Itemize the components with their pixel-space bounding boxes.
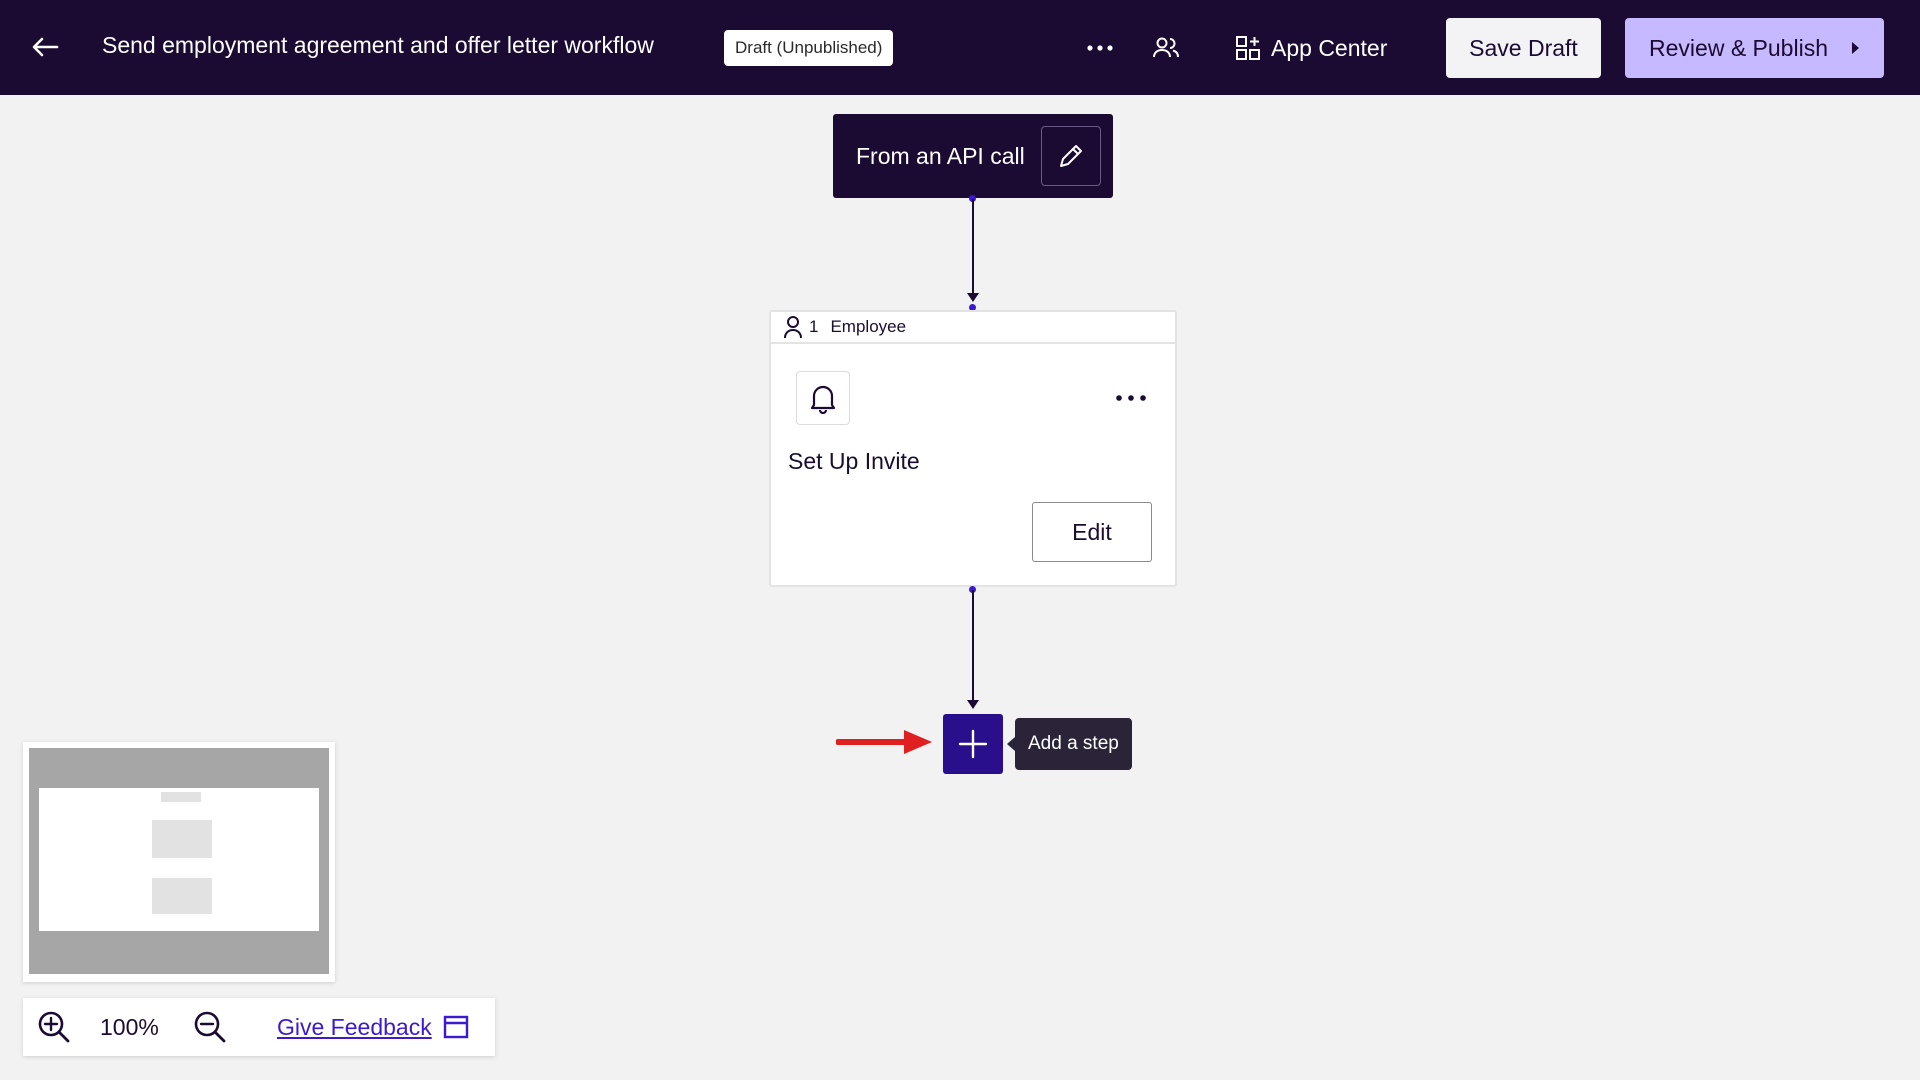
minimap-trigger-node: [161, 792, 201, 802]
minimap-viewport[interactable]: [39, 788, 319, 931]
more-horizontal-icon: [1087, 45, 1113, 51]
trigger-node[interactable]: From an API call: [833, 114, 1113, 198]
caret-right-icon: [1851, 42, 1859, 54]
minimap-step-node: [152, 820, 212, 858]
app-grid-icon: [1236, 36, 1260, 60]
annotation-arrow: [836, 730, 932, 754]
person-icon: [784, 316, 802, 339]
review-publish-button[interactable]: Review & Publish: [1625, 18, 1884, 78]
zoom-controls: 100% Give Feedback: [23, 998, 495, 1056]
workflow-title: Send employment agreement and offer lett…: [102, 32, 654, 58]
back-button[interactable]: [30, 32, 60, 62]
connector-line: [972, 199, 974, 293]
minimap-step-node: [152, 878, 212, 914]
edit-step-button[interactable]: Edit: [1032, 502, 1152, 562]
connector-arrow: [967, 293, 979, 302]
status-badge: Draft (Unpublished): [724, 30, 894, 66]
zoom-level: 100%: [100, 1014, 159, 1040]
plus-icon: [958, 729, 988, 759]
connector-arrow: [967, 700, 979, 709]
zoom-in-icon[interactable]: [37, 1010, 71, 1044]
zoom-out-icon[interactable]: [193, 1010, 227, 1044]
step-assignee: Employee: [830, 317, 907, 336]
minimap-canvas: [29, 748, 329, 974]
bell-icon: [810, 385, 836, 414]
add-step-button[interactable]: [943, 714, 1003, 774]
edit-trigger-button[interactable]: [1041, 126, 1101, 186]
step-title: Set Up Invite: [788, 448, 920, 474]
more-horizontal-icon: [1116, 395, 1146, 401]
step-header: 1 Employee: [771, 312, 1175, 344]
connector-line: [972, 590, 974, 700]
give-feedback-link[interactable]: Give Feedback: [277, 1014, 432, 1041]
app-center-label: App Center: [1271, 34, 1388, 61]
add-step-tooltip: Add a step: [1007, 718, 1132, 770]
step-card[interactable]: 1 Employee Set Up Invite Edit: [769, 310, 1177, 587]
feedback-window-icon[interactable]: [443, 1014, 469, 1040]
review-publish-label: Review & Publish: [1649, 34, 1828, 61]
step-type-icon-box: [796, 371, 850, 425]
trigger-label: From an API call: [856, 142, 1025, 169]
more-options-button[interactable]: [1080, 30, 1120, 66]
users-icon: [1153, 37, 1179, 58]
collaborators-button[interactable]: [1148, 30, 1184, 66]
top-bar: Send employment agreement and offer lett…: [0, 0, 1920, 95]
step-more-button[interactable]: [1109, 380, 1153, 416]
minimap[interactable]: [23, 742, 335, 982]
pencil-icon: [1060, 145, 1082, 167]
step-number: 1: [809, 317, 819, 336]
save-draft-button[interactable]: Save Draft: [1446, 18, 1601, 78]
app-center-button[interactable]: App Center: [1235, 30, 1387, 66]
back-arrow-icon: [32, 37, 59, 57]
